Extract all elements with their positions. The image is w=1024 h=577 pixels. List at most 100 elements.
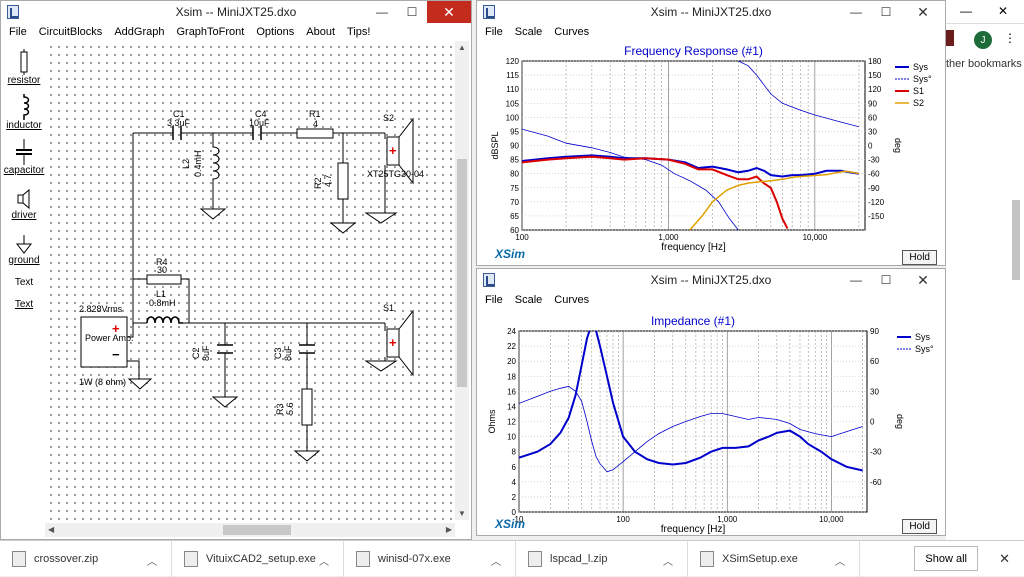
capacitor-icon [16,139,32,165]
close-button[interactable]: ✕ [427,1,471,23]
schematic-canvas[interactable]: C1 3.3uF C4 10uF R1 4 S2 XT25TG30-04 L2 … [45,41,453,520]
minimize-button[interactable]: — [367,1,397,23]
y-tick-label: 10 [507,433,516,442]
c4-value: 10uF [249,118,270,128]
tool-driver[interactable]: driver [5,176,43,221]
xsim-brand-logo: XSim [495,247,526,261]
zip-file-icon [12,550,26,567]
close-button[interactable]: ✕ [998,4,1008,18]
speaker-icon [17,188,30,210]
imp-hold-button[interactable]: Hold [902,519,937,534]
zip-file-icon [528,550,542,567]
scroll-right-arrow[interactable]: ▶ [446,525,452,534]
y-tick-label: 110 [506,85,519,94]
y2-tick-label: 120 [868,85,882,94]
y-tick-label: 24 [507,327,516,336]
tool-text-1[interactable]: Text [5,266,43,288]
schematic-vscrollbar[interactable]: ▲ ▼ [455,41,469,520]
c3-value: 8uF [283,345,293,361]
tool-ground[interactable]: ground [5,221,43,266]
extension-icon[interactable] [946,30,954,46]
tool-driver-label: driver [11,210,37,221]
fr-hold-button[interactable]: Hold [902,250,937,265]
profile-avatar[interactable]: J [974,31,992,49]
chevron-up-icon[interactable]: ︿ [491,553,501,568]
browser-window-edge: — ✕ J ⋮ ther bookmarks [946,0,1024,540]
minimize-button[interactable]: — [960,4,972,18]
x-axis-label: frequency [Hz] [661,242,726,253]
maximize-button[interactable]: ☐ [397,1,427,23]
r1-label: R1 [309,109,321,119]
y-tick-label: 90 [510,142,519,151]
tool-ground-label: ground [8,255,40,266]
menu-addgraph[interactable]: AddGraph [114,26,164,38]
x-tick-label: 1,000 [717,515,738,524]
browser-scroll-thumb[interactable] [1012,200,1020,280]
s2-label: S2 [383,113,394,123]
vscroll-thumb[interactable] [457,159,467,387]
y2-tick-label: -60 [868,170,880,179]
tool-resistor[interactable]: resistor [5,41,43,86]
download-item[interactable]: winisd-07x.exe ︿ [344,540,516,577]
exe-file-icon [700,550,714,567]
crossover-schematic: C1 3.3uF C4 10uF R1 4 S2 XT25TG30-04 L2 … [79,109,424,462]
hscroll-thumb[interactable] [223,525,291,535]
scroll-down-arrow[interactable]: ▼ [458,509,466,518]
exe-file-icon [184,550,198,567]
schematic-hscrollbar[interactable]: ◀ ▶ [45,523,455,537]
download-item[interactable]: lspcad_l.zip ︿ [516,540,688,577]
chart-title: Impedance (#1) [651,314,735,328]
y-tick-label: 18 [507,372,516,381]
tool-capacitor[interactable]: capacitor [4,131,44,176]
s1-plus: + [389,335,397,350]
ground-icon [16,235,32,254]
chevron-up-icon[interactable]: ︿ [663,553,673,568]
impedance-chart: 10 100 1,000 10,000024681012141618202224-60… [487,314,934,535]
show-all-button[interactable]: Show all [914,546,978,571]
other-bookmarks[interactable]: ther bookmarks [946,58,1022,70]
menu-about[interactable]: About [306,26,335,38]
tool-text-1-label: Text [14,277,34,288]
download-item[interactable]: crossover.zip ︿ [0,540,172,577]
more-menu-icon[interactable]: ⋮ [1004,31,1016,45]
r4-value: 30 [157,265,167,275]
y-tick-label: 16 [507,387,516,396]
xsim-brand-logo: XSim [495,517,526,531]
s2-plus: + [389,143,397,158]
scroll-up-arrow[interactable]: ▲ [458,43,466,52]
r2-label: R2 [313,177,323,189]
scroll-left-arrow[interactable]: ◀ [48,525,54,534]
amp-minus: − [112,347,120,362]
chevron-up-icon[interactable]: ︿ [147,553,157,568]
menu-options[interactable]: Options [256,26,294,38]
download-item[interactable]: XSimSetup.exe ︿ [688,540,860,577]
tool-text-2[interactable]: Text [5,288,43,310]
browser-titlebar: — ✕ [946,0,1024,24]
menu-tips[interactable]: Tips! [347,26,370,38]
close-icon[interactable]: ✕ [999,551,1010,567]
y-axis-label: dBSPL [490,131,500,159]
y-tick-label: 6 [512,463,517,472]
x-axis-label: frequency [Hz] [661,524,726,535]
y2-tick-label: -150 [868,212,885,221]
legend: Sys Sys° [897,332,934,354]
y-tick-label: 120 [506,57,520,66]
menu-graphtofront[interactable]: GraphToFront [176,26,244,38]
y-tick-label: 0 [512,508,517,517]
y2-axis-label: deg [895,414,905,429]
y2-tick-label: -120 [868,198,885,207]
tool-inductor[interactable]: inductor [5,86,43,131]
r3-label: R3 [275,403,285,415]
menu-file[interactable]: File [9,26,27,38]
c2-label: C2 [191,347,201,359]
legend-label: Sys [915,332,931,342]
x-tick-label: 10,000 [803,233,828,242]
chevron-up-icon[interactable]: ︿ [319,553,329,568]
menu-circuitblocks[interactable]: CircuitBlocks [39,26,103,38]
y2-tick-label: 150 [868,71,882,80]
chevron-up-icon[interactable]: ︿ [835,553,845,568]
l2-value: 0.4mH [193,150,203,177]
download-item[interactable]: VituixCAD2_setup.exe ︿ [172,540,344,577]
download-filename: XSimSetup.exe [722,552,798,565]
schematic-titlebar[interactable]: Xsim -- MiniJXT25.dxo — ☐ ✕ [1,1,471,23]
